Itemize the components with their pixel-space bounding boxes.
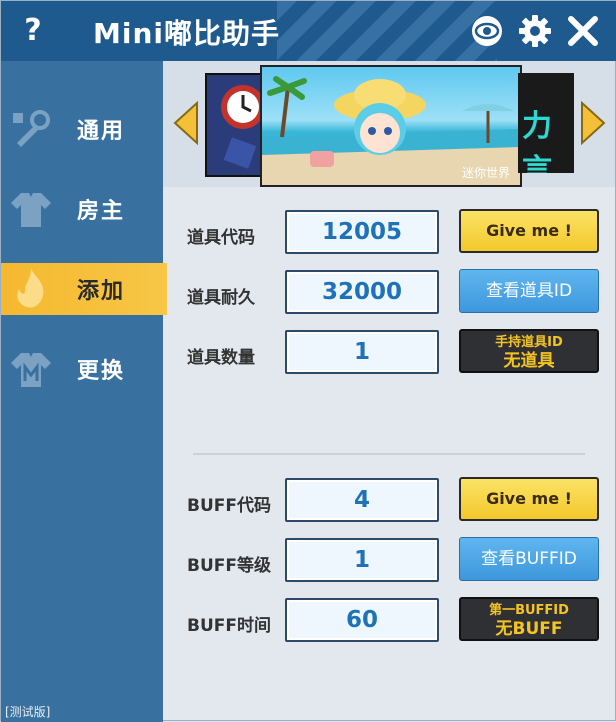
clock-icon [221, 85, 265, 169]
buff-code-label: BUFF代码 [187, 496, 271, 516]
sidebar-item-label: 更换 [77, 359, 126, 384]
version-label: [测试版] [5, 705, 51, 719]
banner-slide-prev[interactable] [205, 73, 267, 177]
section-divider [193, 453, 585, 455]
shirt-m-icon [11, 353, 51, 387]
sidebar-item-host[interactable]: 房主 [1, 183, 163, 235]
view-item-id-button[interactable]: 查看道具ID [459, 269, 599, 313]
buff-level-label: BUFF等级 [187, 556, 271, 576]
item-code-input[interactable]: 12005 [285, 210, 439, 254]
banner-slide-current[interactable]: 迷你世界 [260, 65, 522, 187]
first-buff-id-title: 第一BUFFID [489, 603, 569, 618]
sidebar-item-general[interactable]: 通用 [1, 103, 163, 155]
item-quantity-label: 道具数量 [187, 348, 255, 368]
sidebar-item-label: 通用 [77, 119, 126, 144]
sidebar-item-label: 房主 [77, 199, 126, 224]
give-buff-button[interactable]: Give me ! [459, 477, 599, 521]
app-window: ? Mini嘟比助手 通用 房主 添加 更换 [测试版] 迷你世界 力言 道具代… [0, 0, 616, 722]
banner-carousel: 迷你世界 力言 [163, 61, 615, 187]
first-buff-id-button[interactable]: 第一BUFFID 无BUFF [459, 597, 599, 641]
eye-icon[interactable] [469, 13, 505, 49]
view-buff-id-button[interactable]: 查看BUFFID [459, 537, 599, 581]
first-buff-id-value: 无BUFF [495, 619, 563, 639]
held-item-id-title: 手持道具ID [495, 335, 563, 350]
svg-text:迷你世界: 迷你世界 [462, 166, 510, 180]
banner-slide-next-text: 力言 [522, 109, 552, 173]
held-item-id-value: 无道具 [503, 351, 555, 371]
item-quantity-input[interactable]: 1 [285, 330, 439, 374]
buff-code-input[interactable]: 4 [285, 478, 439, 522]
item-durability-label: 道具耐久 [187, 288, 255, 308]
banner-illustration: 迷你世界 [262, 76, 520, 185]
title-bar: ? Mini嘟比助手 [1, 1, 616, 61]
sidebar-item-label: 添加 [77, 279, 126, 304]
title-bar-pattern [277, 1, 497, 61]
buff-time-label: BUFF时间 [187, 616, 271, 636]
item-durability-input[interactable]: 32000 [285, 270, 439, 314]
fire-icon [17, 269, 44, 308]
gear-icon[interactable] [517, 13, 553, 49]
arrow-left-icon[interactable] [173, 101, 199, 145]
help-icon[interactable]: ? [15, 13, 51, 49]
buff-time-input[interactable]: 60 [285, 598, 439, 642]
sidebar-item-add[interactable]: 添加 [1, 263, 167, 315]
close-icon[interactable] [565, 13, 601, 49]
banner-slide-next[interactable]: 力言 [518, 73, 574, 173]
sidebar: 通用 房主 添加 更换 [测试版] [1, 61, 167, 722]
item-code-label: 道具代码 [187, 228, 255, 248]
shirt-icon [11, 193, 51, 227]
buff-level-input[interactable]: 1 [285, 538, 439, 582]
give-item-button[interactable]: Give me ! [459, 209, 599, 253]
sidebar-item-replace[interactable]: 更换 [1, 343, 163, 395]
held-item-id-button[interactable]: 手持道具ID 无道具 [459, 329, 599, 373]
app-title: Mini嘟比助手 [93, 17, 280, 50]
arrow-right-icon[interactable] [580, 101, 606, 145]
wrench-icon [13, 110, 50, 147]
